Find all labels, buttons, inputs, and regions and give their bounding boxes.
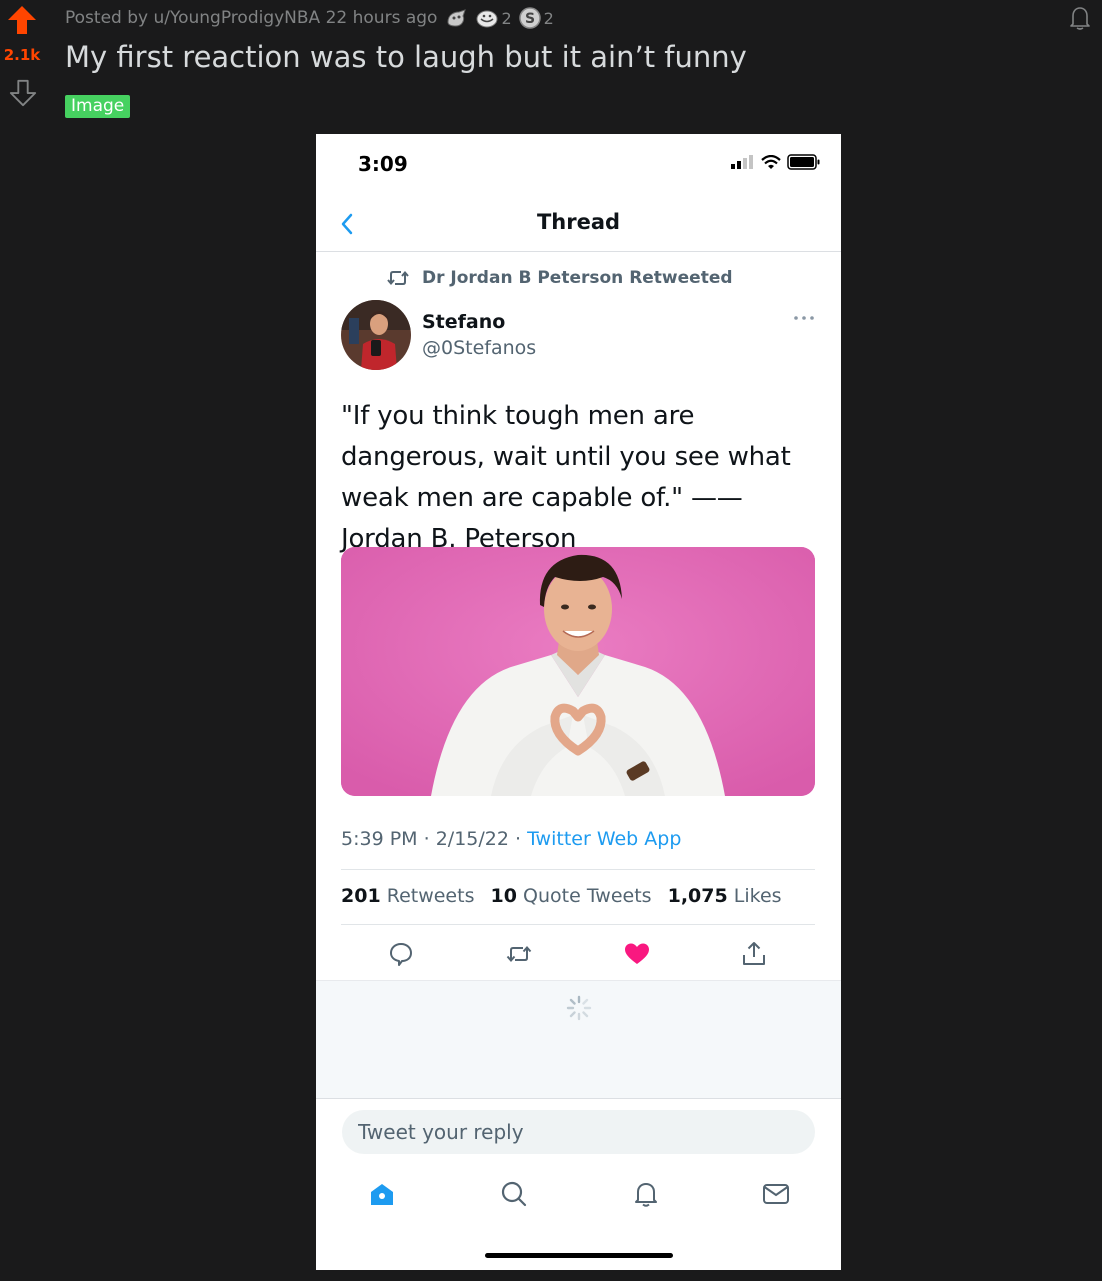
likes-label: Likes	[733, 885, 782, 907]
svg-text:S: S	[525, 11, 535, 27]
profile-photo	[341, 300, 411, 370]
tweet-source-link[interactable]: Twitter Web App	[527, 828, 681, 850]
tweet-text: "If you think tough men are dangerous, w…	[341, 401, 791, 554]
tweet-image[interactable]	[341, 547, 815, 796]
more-options-icon[interactable]	[792, 312, 816, 324]
retweets-count: 201	[341, 885, 381, 907]
replies-loading-area	[316, 980, 841, 1101]
search-icon[interactable]	[499, 1179, 529, 1209]
heart-icon[interactable]	[623, 940, 651, 968]
retweeted-by-text: Dr Jordan B Peterson Retweeted	[422, 268, 733, 288]
tweet-timestamp: 5:39 PM · 2/15/22 · Twitter Web App	[341, 828, 681, 850]
award-count: 2	[543, 8, 554, 28]
award-silver[interactable]: S 2	[518, 6, 554, 30]
battery-icon	[787, 154, 820, 170]
award-count: 2	[501, 8, 512, 28]
avatar[interactable]	[341, 300, 411, 370]
meta-separator: ·	[423, 828, 430, 850]
divider	[341, 924, 815, 925]
status-bar-time: 3:09	[358, 152, 408, 176]
tweet-stats: 201 Retweets 10 Quote Tweets 1,075 Likes	[341, 885, 792, 907]
wholesome-award-icon	[447, 9, 467, 27]
bell-icon[interactable]	[1066, 4, 1094, 32]
award-wholesome[interactable]	[445, 6, 469, 30]
retweet-icon	[387, 270, 409, 286]
author-handle[interactable]: @0Stefanos	[422, 337, 536, 359]
retweet-indicator[interactable]: Dr Jordan B Peterson Retweeted	[386, 266, 733, 290]
page-title: Thread	[536, 210, 621, 234]
post-title[interactable]: My first reaction was to laugh but it ai…	[65, 40, 747, 74]
man-heart-hands-photo	[341, 547, 815, 796]
helpful-award-icon	[476, 10, 498, 28]
quotes-count: 10	[490, 885, 517, 907]
award-helpful[interactable]: 2	[475, 6, 512, 30]
status-bar-icons	[731, 154, 821, 170]
home-icon[interactable]	[367, 1179, 397, 1209]
retweets-label: Retweets	[386, 885, 475, 907]
meta-separator: ·	[515, 828, 522, 850]
notifications-icon[interactable]	[631, 1179, 661, 1209]
reply-icon[interactable]	[387, 940, 415, 968]
home-indicator	[485, 1253, 673, 1258]
tweet-screenshot[interactable]: 3:09 Thread Dr Jordan B Peterson Retweet…	[316, 134, 841, 1270]
retweet-icon[interactable]	[505, 940, 533, 968]
posted-by-text[interactable]: Posted by u/YoungProdigyNBA 22 hours ago	[65, 8, 437, 28]
silver-award-icon: S	[518, 7, 541, 29]
downvote-arrow-icon[interactable]	[8, 78, 38, 108]
reply-bar	[316, 1098, 841, 1270]
signal-icon	[731, 155, 753, 169]
vote-count: 2.1k	[3, 46, 41, 64]
reply-input[interactable]	[342, 1110, 815, 1154]
likes-count: 1,075	[667, 885, 728, 907]
loading-spinner-icon	[566, 995, 592, 1021]
quote-tweets-stat[interactable]: 10 Quote Tweets	[491, 885, 652, 907]
post-meta: Posted by u/YoungProdigyNBA 22 hours ago…	[65, 6, 560, 30]
upvote-arrow-icon[interactable]	[6, 4, 38, 36]
wifi-icon	[761, 154, 781, 169]
retweets-stat[interactable]: 201 Retweets	[341, 885, 474, 907]
author-name[interactable]: Stefano	[422, 311, 505, 333]
tweet-date: 2/15/22	[435, 828, 509, 850]
divider	[341, 869, 815, 870]
flair-badge[interactable]: Image	[65, 95, 131, 118]
tweet-time: 5:39 PM	[341, 828, 418, 850]
quotes-label: Quote Tweets	[523, 885, 652, 907]
messages-icon[interactable]	[761, 1179, 791, 1209]
thread-header: Thread	[316, 194, 841, 252]
share-icon[interactable]	[740, 940, 768, 968]
likes-stat[interactable]: 1,075 Likes	[668, 885, 782, 907]
